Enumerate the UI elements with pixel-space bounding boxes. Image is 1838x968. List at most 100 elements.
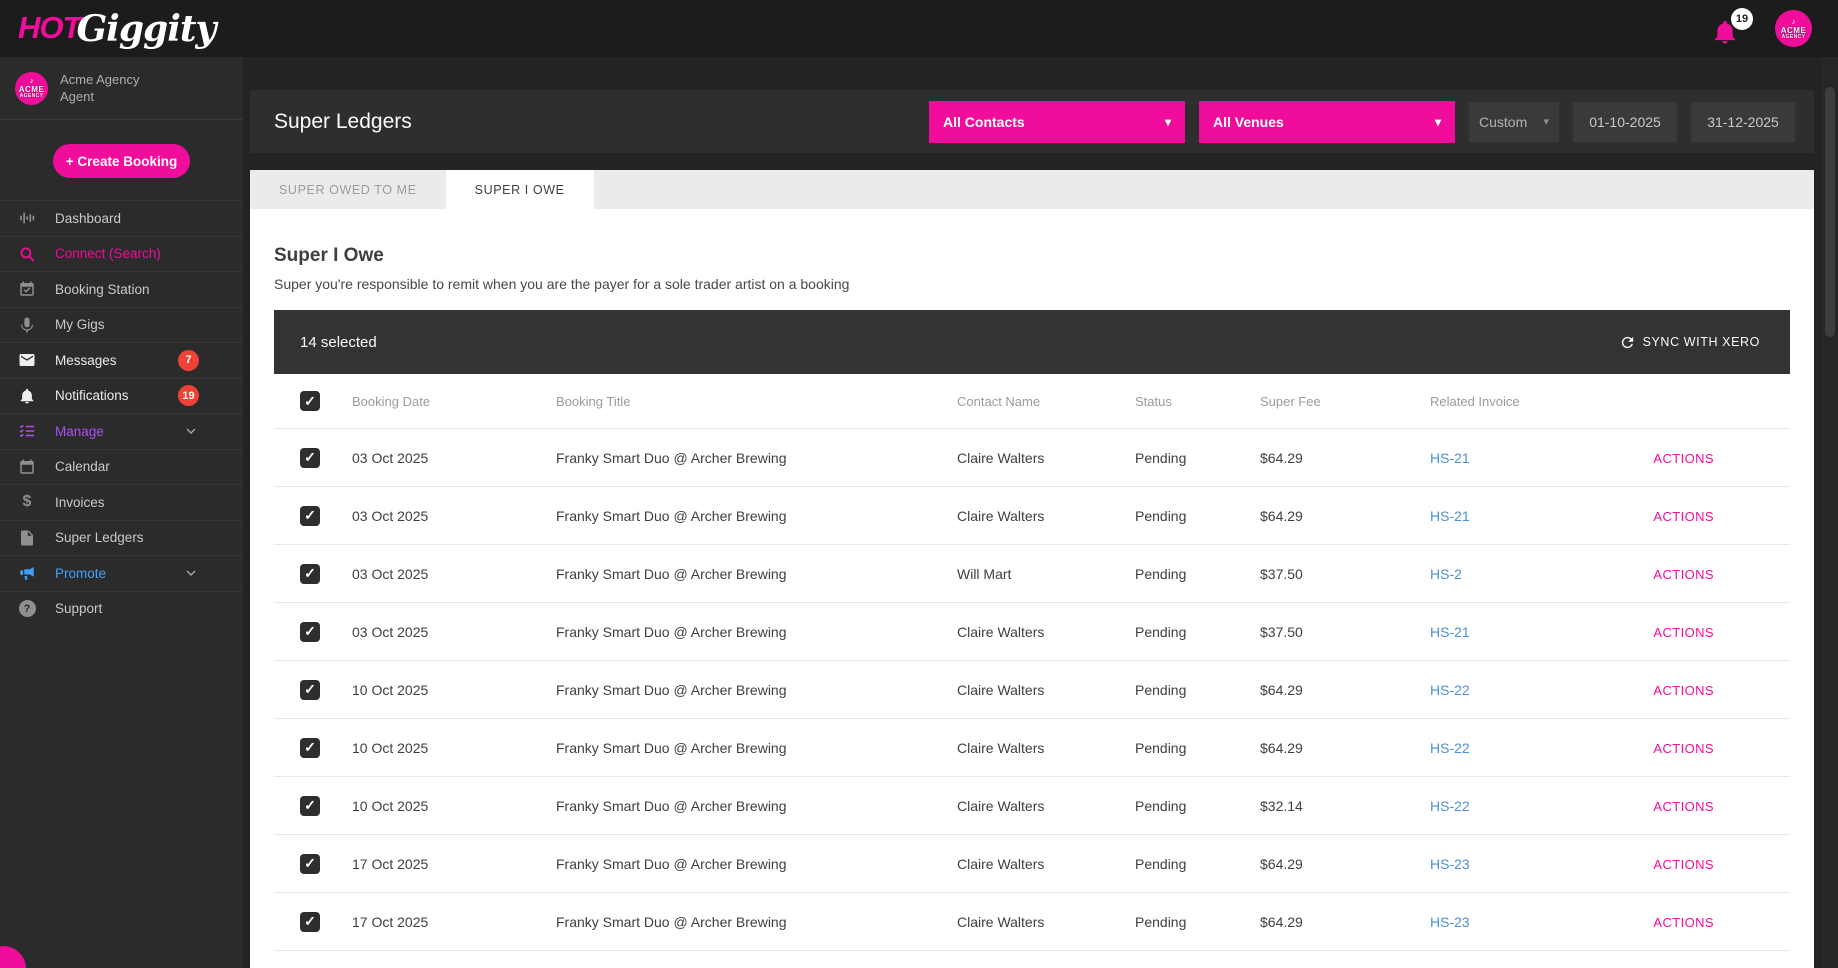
- tab-super-i-owe[interactable]: SUPER I OWE: [445, 170, 594, 209]
- sidebar-item-label: Invoices: [55, 494, 105, 510]
- related-invoice-link[interactable]: HS-23: [1430, 914, 1470, 930]
- chevron-down-icon: ▾: [1434, 114, 1441, 129]
- checklist-icon: [17, 421, 37, 441]
- refresh-icon: [1621, 336, 1633, 348]
- cell-status: Pending: [1135, 797, 1187, 814]
- sidebar-user-card[interactable]: ♪ ACME AGENCY Acme Agency Agent: [0, 57, 243, 120]
- sync-with-xero-label: SYNC WITH XERO: [1642, 335, 1760, 349]
- equalizer-icon: [17, 208, 37, 228]
- related-invoice-link[interactable]: HS-22: [1430, 740, 1470, 756]
- related-invoice-link[interactable]: HS-21: [1430, 508, 1470, 524]
- cell-title: Franky Smart Duo @ Archer Brewing: [556, 797, 787, 814]
- avatar-figure-icon: ♪: [29, 76, 34, 85]
- topbar: HOT Giggity 19 ♪ ACME AGENCY: [0, 0, 1838, 57]
- date-from-input[interactable]: [1573, 101, 1677, 142]
- cell-fee: $37.50: [1260, 565, 1303, 582]
- table-body: ✓ 03 Oct 2025 Franky Smart Duo @ Archer Br…: [274, 428, 1790, 950]
- related-invoice-link[interactable]: HS-21: [1430, 624, 1470, 640]
- sidebar-item-invoices[interactable]: $ Invoices: [0, 484, 243, 520]
- date-range-value: Custom: [1479, 113, 1528, 130]
- sidebar-item-label: Promote: [55, 565, 107, 581]
- help-icon: ?: [17, 599, 37, 619]
- create-booking-button[interactable]: + Create Booking: [53, 144, 190, 178]
- actions-button[interactable]: ACTIONS: [1653, 799, 1714, 814]
- sidebar-item-manage[interactable]: Manage: [0, 413, 243, 449]
- sidebar-item-super-ledgers[interactable]: Super Ledgers: [0, 519, 243, 556]
- scrollbar-thumb[interactable]: [1825, 87, 1835, 337]
- sidebar-item-calendar[interactable]: Calendar: [0, 448, 243, 485]
- venues-filter-value: All Venues: [1213, 113, 1284, 130]
- row-checkbox[interactable]: ✓: [300, 621, 320, 642]
- bell-icon: [17, 386, 37, 406]
- actions-button[interactable]: ACTIONS: [1653, 683, 1714, 698]
- vertical-scrollbar[interactable]: [1822, 57, 1838, 968]
- row-checkbox[interactable]: ✓: [300, 795, 320, 816]
- sidebar-item-label: Super Ledgers: [55, 530, 144, 546]
- table-row: ✓ 10 Oct 2025 Franky Smart Duo @ Archer Br…: [274, 776, 1790, 834]
- sidebar-item-promote[interactable]: Promote: [0, 555, 243, 591]
- notifications-button[interactable]: 19: [1711, 7, 1753, 46]
- cell-fee: $64.29: [1260, 913, 1303, 930]
- column-header: Booking Date: [352, 393, 431, 409]
- actions-button[interactable]: ACTIONS: [1653, 915, 1714, 930]
- search-icon: [17, 244, 37, 264]
- sidebar-item-label: Manage: [55, 423, 104, 439]
- date-to-input[interactable]: [1691, 101, 1795, 142]
- agency-avatar: ♪ ACME AGENCY: [15, 71, 48, 105]
- sidebar-item-label: Notifications: [55, 388, 129, 404]
- row-checkbox[interactable]: ✓: [300, 737, 320, 758]
- selection-toolbar: 14 selected SYNC WITH XERO: [274, 310, 1790, 374]
- cell-fee: $64.29: [1260, 739, 1303, 756]
- sidebar-item-messages[interactable]: Messages 7: [0, 342, 243, 378]
- related-invoice-link[interactable]: HS-22: [1430, 798, 1470, 814]
- actions-button[interactable]: ACTIONS: [1653, 625, 1714, 640]
- related-invoice-link[interactable]: HS-22: [1430, 682, 1470, 698]
- row-checkbox[interactable]: ✓: [300, 505, 320, 526]
- date-range-select[interactable]: Custom ▾: [1469, 101, 1559, 142]
- cell-date: 10 Oct 2025: [352, 681, 429, 698]
- sidebar-item-support[interactable]: ? Support: [0, 590, 243, 627]
- table-header-row: ✓ Booking Date Booking Title Contact Nam…: [274, 374, 1790, 428]
- cell-title: Franky Smart Duo @ Archer Brewing: [556, 565, 787, 582]
- table-row: ✓ 03 Oct 2025 Franky Smart Duo @ Archer Br…: [274, 544, 1790, 602]
- row-checkbox[interactable]: ✓: [300, 563, 320, 584]
- hotgiggity-logo[interactable]: HOT Giggity: [18, 3, 216, 55]
- file-icon: [17, 528, 37, 548]
- column-header: Super Fee: [1260, 393, 1321, 409]
- tab-super-owed-to-me[interactable]: SUPER OWED TO ME: [250, 170, 446, 209]
- main-area: Super Ledgers All Contacts ▾ All Venues …: [243, 57, 1822, 968]
- actions-button[interactable]: ACTIONS: [1653, 451, 1714, 466]
- row-checkbox[interactable]: ✓: [300, 679, 320, 700]
- table-row: ✓ 03 Oct 2025 Franky Smart Duo @ Archer Br…: [274, 486, 1790, 544]
- actions-button[interactable]: ACTIONS: [1653, 857, 1714, 872]
- logo-giggity-text: Giggity: [76, 7, 216, 50]
- sidebar-item-notifications[interactable]: Notifications 19: [0, 377, 243, 414]
- user-avatar[interactable]: ♪ ACME AGENCY: [1775, 10, 1812, 47]
- related-invoice-link[interactable]: HS-21: [1430, 450, 1470, 466]
- actions-button[interactable]: ACTIONS: [1653, 509, 1714, 524]
- row-checkbox[interactable]: ✓: [300, 853, 320, 874]
- avatar-figure-icon: ♪: [1791, 16, 1796, 26]
- sidebar-item-label: Connect (Search): [55, 246, 161, 262]
- actions-button[interactable]: ACTIONS: [1653, 741, 1714, 756]
- cell-status: Pending: [1135, 855, 1187, 872]
- sidebar-item-my-gigs[interactable]: My Gigs: [0, 306, 243, 343]
- sidebar-item-booking-station[interactable]: Booking Station: [0, 271, 243, 307]
- row-checkbox[interactable]: ✓: [300, 911, 320, 932]
- related-invoice-link[interactable]: HS-2: [1430, 566, 1462, 582]
- sidebar: ♪ ACME AGENCY Acme Agency Agent + Create…: [0, 57, 243, 968]
- sidebar-item-connect-search[interactable]: Connect (Search): [0, 235, 243, 272]
- venues-filter-select[interactable]: All Venues ▾: [1199, 100, 1455, 143]
- megaphone-icon: [17, 563, 37, 583]
- contacts-filter-select[interactable]: All Contacts ▾: [929, 100, 1185, 143]
- sidebar-item-dashboard[interactable]: Dashboard: [0, 200, 243, 236]
- sidebar-item-label: Booking Station: [55, 281, 150, 297]
- row-checkbox[interactable]: ✓: [300, 447, 320, 468]
- related-invoice-link[interactable]: HS-23: [1430, 856, 1470, 872]
- cell-fee: $64.29: [1260, 681, 1303, 698]
- actions-button[interactable]: ACTIONS: [1653, 567, 1714, 582]
- sync-with-xero-button[interactable]: SYNC WITH XERO: [1619, 334, 1760, 351]
- select-all-checkbox[interactable]: ✓: [300, 391, 320, 411]
- user-role: Agent: [60, 89, 94, 104]
- check-icon: ✓: [304, 855, 316, 871]
